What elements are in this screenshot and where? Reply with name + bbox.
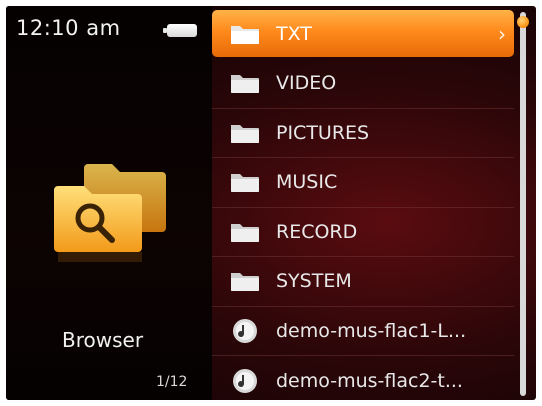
list-item[interactable]: demo-mus-flac1-L... [212, 307, 514, 356]
folder-icon [228, 22, 262, 46]
folder-icon [228, 121, 262, 145]
left-panel: 12:10 am Browser 1/12 [6, 6, 212, 400]
list-item[interactable]: TXT › [212, 10, 514, 57]
app-label: Browser [62, 328, 144, 352]
folder-icon [228, 170, 262, 194]
list-item[interactable]: RECORD [212, 208, 514, 257]
list-item[interactable]: MUSIC [212, 158, 514, 208]
page-counter: 1/12 [156, 374, 188, 390]
folder-icon [228, 269, 262, 293]
list-item-label: MUSIC [276, 171, 338, 194]
list-item-label: RECORD [276, 220, 358, 243]
list-item-label: TXT [276, 22, 312, 45]
list-item-label: demo-mus-flac1-L... [276, 319, 467, 342]
chevron-right-icon: › [498, 21, 506, 46]
battery-full-icon [163, 24, 197, 37]
folder-icon [228, 71, 262, 95]
list-item-label: demo-mus-flac2-t... [276, 369, 463, 392]
scrollbar[interactable] [517, 12, 529, 396]
list-item-label: PICTURES [276, 121, 370, 144]
list-item-label: VIDEO [276, 72, 337, 95]
clock: 12:10 am [16, 16, 121, 40]
list-item[interactable]: VIDEO [212, 59, 514, 109]
folder-icon [228, 220, 262, 244]
device-screen: 12:10 am Browser 1/12 TXT › VIDEO PICTUR… [6, 6, 536, 400]
folder-search-icon [48, 156, 178, 266]
file-list: TXT › VIDEO PICTURES MUSIC RECORD SYSTEM… [212, 10, 514, 400]
scroll-thumb[interactable] [517, 16, 529, 28]
list-item[interactable]: demo-mus-flac2-t... [212, 356, 514, 400]
music-disc-icon [228, 368, 262, 393]
music-disc-icon [228, 318, 262, 343]
list-item[interactable]: PICTURES [212, 109, 514, 158]
list-item[interactable]: SYSTEM [212, 257, 514, 307]
list-item-label: SYSTEM [276, 270, 352, 293]
